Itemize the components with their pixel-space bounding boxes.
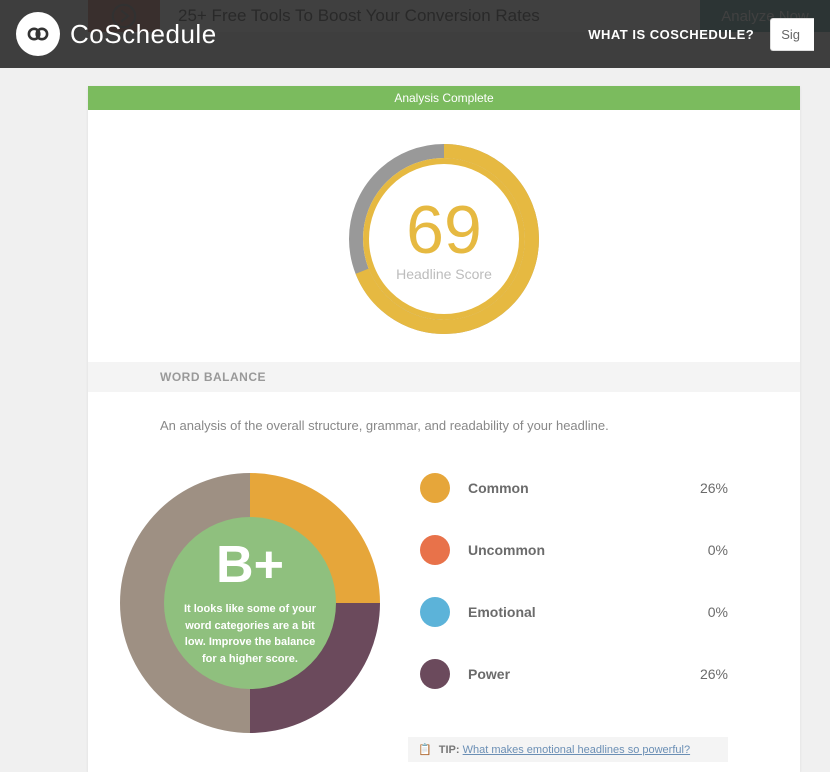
what-is-link[interactable]: WHAT IS COSCHEDULE? [588,27,754,42]
legend-value: 26% [700,480,728,496]
legend-value: 0% [708,542,728,558]
tip-label: TIP: [439,744,460,756]
tip-box: 📋 TIP: What makes emotional headlines so… [408,737,728,762]
word-balance-legend: Common 26% Uncommon 0% Emotional 0% Power 26% [420,463,728,721]
logo-icon [16,12,60,56]
legend-value: 0% [708,604,728,620]
balance-grade: B+ [216,539,284,591]
sign-button[interactable]: Sig [770,18,814,51]
status-banner: Analysis Complete [88,86,800,110]
legend-item: Common 26% [420,473,728,503]
score-section: 69 Headline Score [88,110,800,362]
score-value: 69 [406,196,482,264]
legend-item: Uncommon 0% [420,535,728,565]
analysis-card: Analysis Complete 69 Headline Score WORD… [88,86,800,772]
score-label: Headline Score [396,266,492,282]
brand-name: CoSchedule [70,19,217,50]
tip-link[interactable]: What makes emotional headlines so powerf… [463,744,690,756]
legend-label: Common [468,480,529,496]
legend-dot-icon [420,473,450,503]
legend-label: Power [468,666,510,682]
top-banner: CoSchedule WHAT IS COSCHEDULE? Sig [0,0,830,68]
legend-label: Emotional [468,604,536,620]
legend-item: Power 26% [420,659,728,689]
score-ring: 69 Headline Score [349,144,539,334]
word-balance-donut: B+ It looks like some of your word categ… [110,463,390,743]
legend-label: Uncommon [468,542,545,558]
legend-dot-icon [420,535,450,565]
legend-value: 26% [700,666,728,682]
legend-dot-icon [420,597,450,627]
logo[interactable]: CoSchedule [16,12,217,56]
word-balance-description: An analysis of the overall structure, gr… [160,418,728,433]
word-balance-header: WORD BALANCE [88,362,800,392]
legend-dot-icon [420,659,450,689]
balance-message: It looks like some of your word categori… [182,601,318,667]
legend-item: Emotional 0% [420,597,728,627]
clipboard-icon: 📋 [418,744,432,756]
